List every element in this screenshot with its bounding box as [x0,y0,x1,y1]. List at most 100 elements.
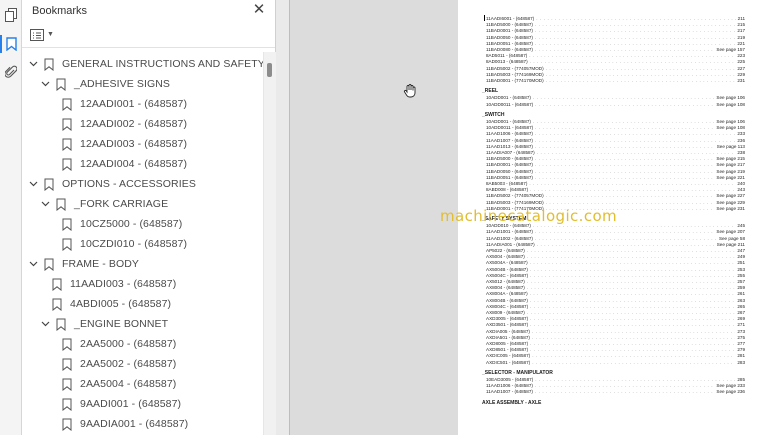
bookmark-item[interactable]: 10CZ5000 - (648587) [62,214,182,234]
vertical-scrollbar[interactable] [263,52,276,435]
bookmark-item[interactable]: OPTIONS - ACCESSORIES [28,174,196,194]
toc-entry[interactable]: 8ABD008 - (648587). . . . . . . . . . . … [486,187,745,193]
toc-entry[interactable]: 11AAD1001 - (648587). . . . . . . . . . … [486,229,745,235]
toc-entry[interactable]: AX8009 - (648587). . . . . . . . . . . .… [486,310,745,316]
toc-entry[interactable]: 11AADI6001 - (648587). . . . . . . . . .… [486,16,745,22]
bookmark-item[interactable]: 11AADI003 - (648587) [52,274,176,294]
toc-entry[interactable]: AXDIA005 - (648587). . . . . . . . . . .… [486,329,745,335]
toc-entry-page: 259 [737,285,745,291]
toc-entry[interactable]: AP5022 - (648587). . . . . . . . . . . .… [486,248,745,254]
chevron-down-icon[interactable] [40,319,50,329]
toc-entry[interactable]: 11AAD1013 - (648587). . . . . . . . . . … [486,144,745,150]
toc-entry[interactable]: 11BAD5000 - (648587). . . . . . . . . . … [486,22,745,28]
toc-entry-label: AX5012 - (648587) [486,279,525,284]
toc-entry[interactable]: AXD3501 - (648587). . . . . . . . . . . … [486,322,745,328]
toc-leader-dots: . . . . . . . . . . . . . . . . . . . . … [529,59,736,65]
toc-entry[interactable]: 11BAD5002 - (774057MOD). . . . . . . . .… [486,193,745,199]
chevron-down-icon[interactable] [40,79,50,89]
toc-entry[interactable]: AXDIC005 - (648587). . . . . . . . . . .… [486,353,745,359]
toc-entry[interactable]: AX8004 - (648587). . . . . . . . . . . .… [486,285,745,291]
toc-entry[interactable]: 11AAD1007 - (648587). . . . . . . . . . … [486,138,745,144]
toc-entry[interactable]: 8AD5011 - (648587). . . . . . . . . . . … [486,53,745,59]
bookmark-item[interactable]: _FORK CARRIAGE [40,194,168,214]
toc-entry[interactable]: 11BAD0001 - (648587). . . . . . . . . . … [486,28,745,34]
toc-entry-page: 221 [737,40,745,46]
toc-entry[interactable]: 10ADD001 - (648587). . . . . . . . . . .… [486,119,745,125]
chevron-down-icon[interactable] [28,259,38,269]
toc-entry[interactable]: 11AAD1007 - (648587). . . . . . . . . . … [486,389,745,395]
toc-leader-dots: . . . . . . . . . . . . . . . . . . . . … [534,137,735,143]
toc-entry[interactable]: 10ADD001 - (648587). . . . . . . . . . .… [486,95,745,101]
bookmark-item[interactable]: 10CZDI010 - (648587) [62,234,187,254]
toc-entry[interactable]: 11AAD1006 - (648587). . . . . . . . . . … [486,131,745,137]
toc-entry[interactable]: 11AAD1002 - (648587). . . . . . . . . . … [486,236,745,242]
document-canvas[interactable]: 11AADI6001 - (648587). . . . . . . . . .… [290,0,768,435]
bookmark-item[interactable]: 9AADIA001 - (648587) [62,414,188,434]
bookmark-item[interactable]: 4ABDI005 - (648587) [52,294,171,314]
attachments-icon[interactable] [2,63,20,81]
close-icon[interactable]: ✕ [251,2,267,18]
toc-entry[interactable]: 11BAD5003 - (774169MOD). . . . . . . . .… [486,200,745,206]
toc-entry[interactable]: 11BAD0050 - (648587). . . . . . . . . . … [486,169,745,175]
bookmark-item[interactable]: 2AA5004 - (648587) [62,374,176,394]
toc-entry[interactable]: 11BAD0001 - (648587). . . . . . . . . . … [486,162,745,168]
toc-entry[interactable]: AXD3005 - (648587). . . . . . . . . . . … [486,316,745,322]
toc-entry[interactable]: 8AB5003 - (648587). . . . . . . . . . . … [486,181,745,187]
bookmark-item[interactable]: 9AADI001 - (648587) [62,394,181,414]
toc-entry[interactable]: 10EAD3005 - (648587). . . . . . . . . . … [486,377,745,383]
toc-entry[interactable]: AX5012 - (648587). . . . . . . . . . . .… [486,279,745,285]
toc-entry-label: AX5004 - (648587) [486,254,525,260]
chevron-down-icon[interactable] [28,179,38,189]
toc-entry-label: 11BAD0050 - (648587) [486,168,533,174]
toc-entry[interactable]: AXDIC501 - (648587). . . . . . . . . . .… [486,360,745,366]
toc-entry[interactable]: 11BAD0001 - (774170MOD). . . . . . . . .… [486,78,745,84]
bookmark-item[interactable]: GENERAL INSTRUCTIONS AND SAFETY NOTICE [28,54,263,74]
bookmark-item[interactable]: 12AADI003 - (648587) [62,134,187,154]
toc-entry[interactable]: 10ADD0011 - (648587). . . . . . . . . . … [486,102,745,108]
panel-splitter[interactable] [276,0,290,435]
toc-entry[interactable]: AXD8005 - (648587). . . . . . . . . . . … [486,341,745,347]
tool-rail [0,0,22,435]
bookmark-item[interactable]: 2AA5000 - (648587) [62,334,176,354]
toc-entry-page: See page 211 [716,241,745,247]
bookmark-item[interactable]: _ADHESIVE SIGNS [40,74,170,94]
toc-entry[interactable]: 11BAD5002 - (774057MOD). . . . . . . . .… [486,66,745,72]
bookmark-item[interactable]: 12AADI004 - (648587) [62,154,187,174]
options-menu-button[interactable]: ▼ [30,28,54,41]
toc-entry[interactable]: 11BAD0080 - (648587). . . . . . . . . . … [486,47,745,53]
toc-leader-dots: . . . . . . . . . . . . . . . . . . . . … [530,322,735,328]
toc-entry[interactable]: 11BAD0050 - (648587). . . . . . . . . . … [486,35,745,41]
toc-entry[interactable]: 10ADD0011 - (648587). . . . . . . . . . … [486,125,745,131]
toc-entry[interactable]: 11BAD0051 - (648587). . . . . . . . . . … [486,41,745,47]
toc-entry[interactable]: 11BAD5000 - (648587). . . . . . . . . . … [486,156,745,162]
scroll-thumb[interactable] [267,63,272,77]
toc-leader-dots: . . . . . . . . . . . . . . . . . . . . … [526,285,736,291]
toc-entry[interactable]: AXD8501 - (648587). . . . . . . . . . . … [486,347,745,353]
chevron-down-icon[interactable] [28,59,38,69]
toc-entry[interactable]: AX8004C - (648587). . . . . . . . . . . … [486,304,745,310]
toc-entry[interactable]: AX5004C - (648587). . . . . . . . . . . … [486,273,745,279]
toc-entry[interactable]: AX8004A - (648587). . . . . . . . . . . … [486,291,745,297]
bookmark-item[interactable]: 2AA5002 - (648587) [62,354,176,374]
toc-entry[interactable]: 11BAD0051 - (648587). . . . . . . . . . … [486,175,745,181]
toc-entry[interactable]: AX8004B - (648587). . . . . . . . . . . … [486,298,745,304]
toc-leader-dots: . . . . . . . . . . . . . . . . . . . . … [526,279,736,284]
watermark: machinecatalogic.com [440,207,618,225]
toc-entry[interactable]: AX5004A - (648587). . . . . . . . . . . … [486,260,745,266]
bookmark-item[interactable]: 12AADI001 - (648587) [62,94,187,114]
bookmarks-icon[interactable] [0,35,20,53]
toc-entry[interactable]: AX5004 - (648587). . . . . . . . . . . .… [486,254,745,260]
toc-entry-page: 257 [737,279,745,284]
toc-entry[interactable]: 11AADIA001 - (648587). . . . . . . . . .… [486,242,745,248]
toc-entry[interactable]: 11BAD5003 - (774169MOD). . . . . . . . .… [486,72,745,78]
toc-entry[interactable]: AX5004B - (648587). . . . . . . . . . . … [486,267,745,273]
bookmark-item[interactable]: _ENGINE BONNET [40,314,168,334]
bookmark-item[interactable]: 12AADI002 - (648587) [62,114,187,134]
toc-entry[interactable]: AXDIA501 - (648587). . . . . . . . . . .… [486,335,745,341]
toc-entry[interactable]: 8AD0013 - (648587). . . . . . . . . . . … [486,59,745,65]
chevron-down-icon[interactable] [40,199,50,209]
toc-entry[interactable]: 11AAD1006 - (648587). . . . . . . . . . … [486,383,745,389]
toc-entry[interactable]: 11AADIA007 - (648587). . . . . . . . . .… [486,150,745,156]
page-thumbnails-icon[interactable] [2,6,20,24]
bookmark-item[interactable]: FRAME - BODY [28,254,139,274]
